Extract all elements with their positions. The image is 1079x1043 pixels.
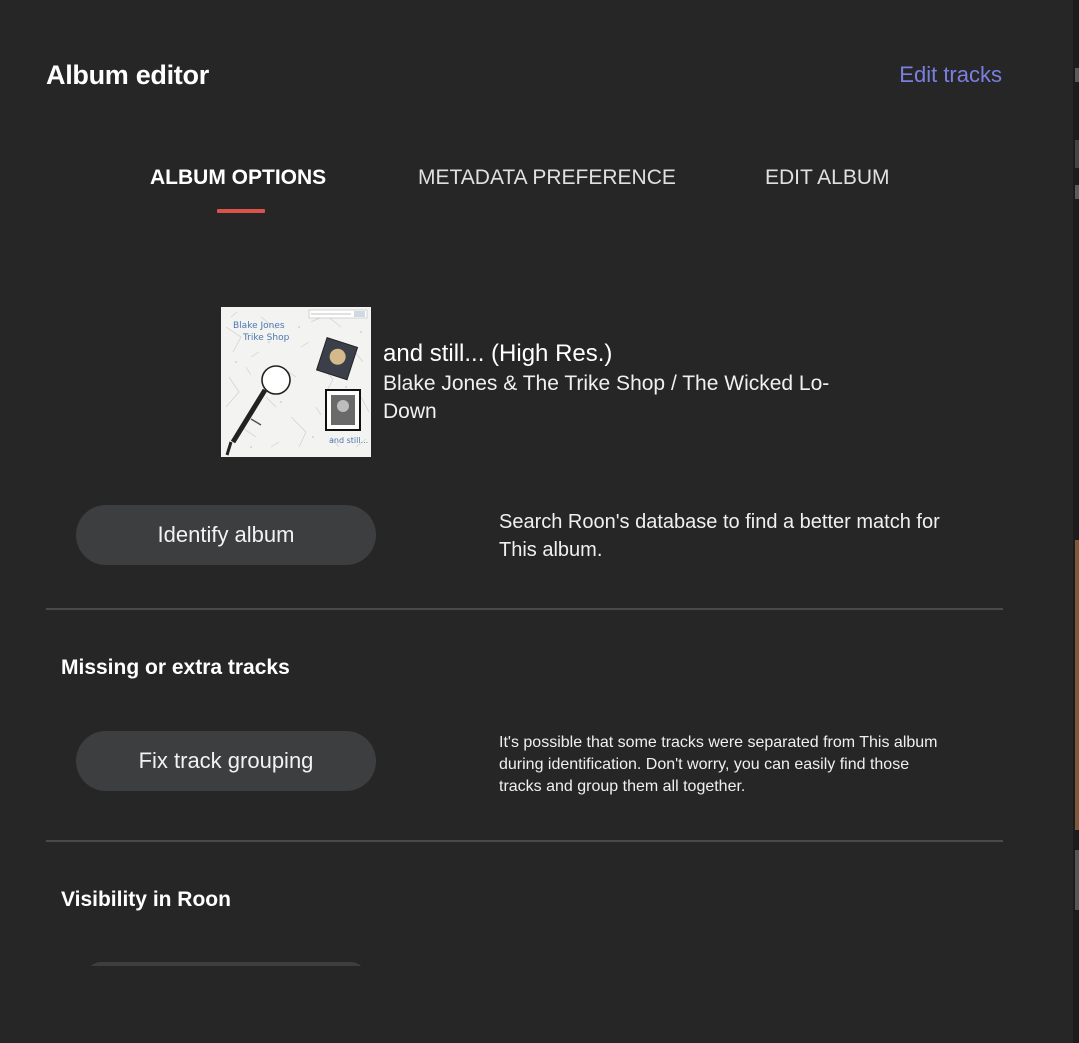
svg-text:and still...: and still...	[329, 436, 368, 445]
tab-metadata-preference[interactable]: METADATA PREFERENCE	[418, 166, 676, 190]
svg-text:Blake Jones: Blake Jones	[233, 321, 285, 331]
svg-text:Trike Shop: Trike Shop	[242, 333, 290, 343]
missing-tracks-heading: Missing or extra tracks	[61, 656, 290, 679]
fix-track-grouping-button[interactable]: Fix track grouping	[76, 731, 376, 791]
album-cover: Blake Jones Trike Shop and still...	[221, 307, 371, 457]
album-editor-dialog: Album editor Edit tracks ALBUM OPTIONS M…	[0, 0, 1073, 1043]
identify-album-description: Search Roon's database to find a better …	[499, 511, 940, 561]
section-divider	[46, 840, 1003, 842]
identify-album-button[interactable]: Identify album	[76, 505, 376, 565]
background-window-edge	[1073, 0, 1079, 1043]
section-divider	[46, 608, 1003, 610]
active-tab-indicator	[217, 209, 265, 213]
album-artist: Blake Jones & The Trike Shop / The Wicke…	[383, 372, 830, 423]
tab-album-options[interactable]: ALBUM OPTIONS	[150, 166, 326, 190]
visibility-heading: Visibility in Roon	[61, 888, 231, 911]
album-title: and still... (High Res.)	[383, 340, 613, 367]
dialog-title: Album editor	[46, 60, 209, 90]
scroll-clip	[0, 966, 1073, 1043]
fix-track-grouping-description: It's possible that some tracks were sepa…	[499, 734, 938, 795]
tab-edit-album[interactable]: EDIT ALBUM	[765, 166, 889, 190]
edit-tracks-link[interactable]: Edit tracks	[899, 62, 1002, 88]
